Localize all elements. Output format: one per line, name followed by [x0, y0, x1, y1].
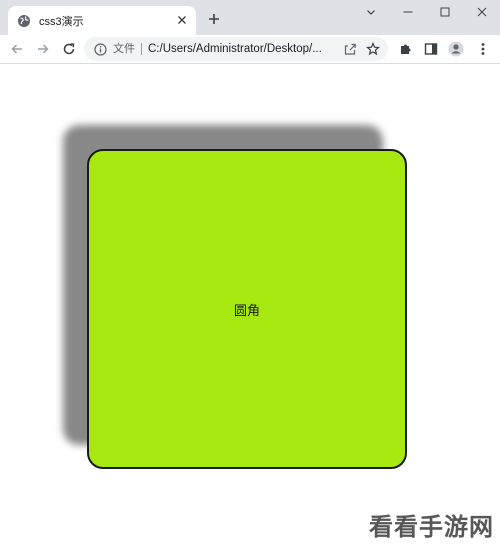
rounded-corner-demo-box: 圆角: [87, 149, 407, 469]
profile-icon[interactable]: [445, 38, 467, 60]
share-icon[interactable]: [342, 41, 358, 57]
info-icon[interactable]: [93, 42, 107, 56]
url-text[interactable]: C:/Users/Administrator/Desktop/...: [148, 41, 334, 57]
plus-icon[interactable]: [204, 9, 224, 29]
chevron-down-icon[interactable]: [352, 0, 389, 24]
browser-window: css3演示 文件 C:/Users/Administrator/Desktop…: [0, 0, 500, 546]
watermark: 看看手游网: [369, 513, 494, 541]
demo-label: 圆角: [233, 303, 260, 319]
window-controls: [352, 0, 500, 24]
puzzle-icon[interactable]: [395, 38, 417, 60]
tab-strip: css3演示: [0, 0, 500, 35]
address-bar[interactable]: 文件 C:/Users/Administrator/Desktop/...: [84, 37, 388, 61]
tab-css3-demo[interactable]: css3演示: [8, 6, 196, 35]
close-icon[interactable]: [174, 12, 190, 28]
side-panel-icon[interactable]: [420, 38, 442, 60]
omnibox-divider: [141, 43, 142, 55]
page-content: 圆角 看看手游网: [0, 64, 500, 546]
close-icon[interactable]: [463, 0, 500, 24]
browser-toolbar: 文件 C:/Users/Administrator/Desktop/...: [0, 35, 500, 64]
reload-icon[interactable]: [58, 38, 80, 60]
forward-arrow-icon[interactable]: [32, 38, 54, 60]
minimize-icon[interactable]: [389, 0, 426, 24]
globe-icon: [17, 14, 31, 28]
file-chip: 文件: [113, 42, 135, 55]
tab-title: css3演示: [39, 15, 84, 28]
back-arrow-icon[interactable]: [6, 38, 28, 60]
star-icon[interactable]: [365, 41, 381, 57]
maximize-icon[interactable]: [426, 0, 463, 24]
kebab-menu-icon[interactable]: [472, 38, 494, 60]
